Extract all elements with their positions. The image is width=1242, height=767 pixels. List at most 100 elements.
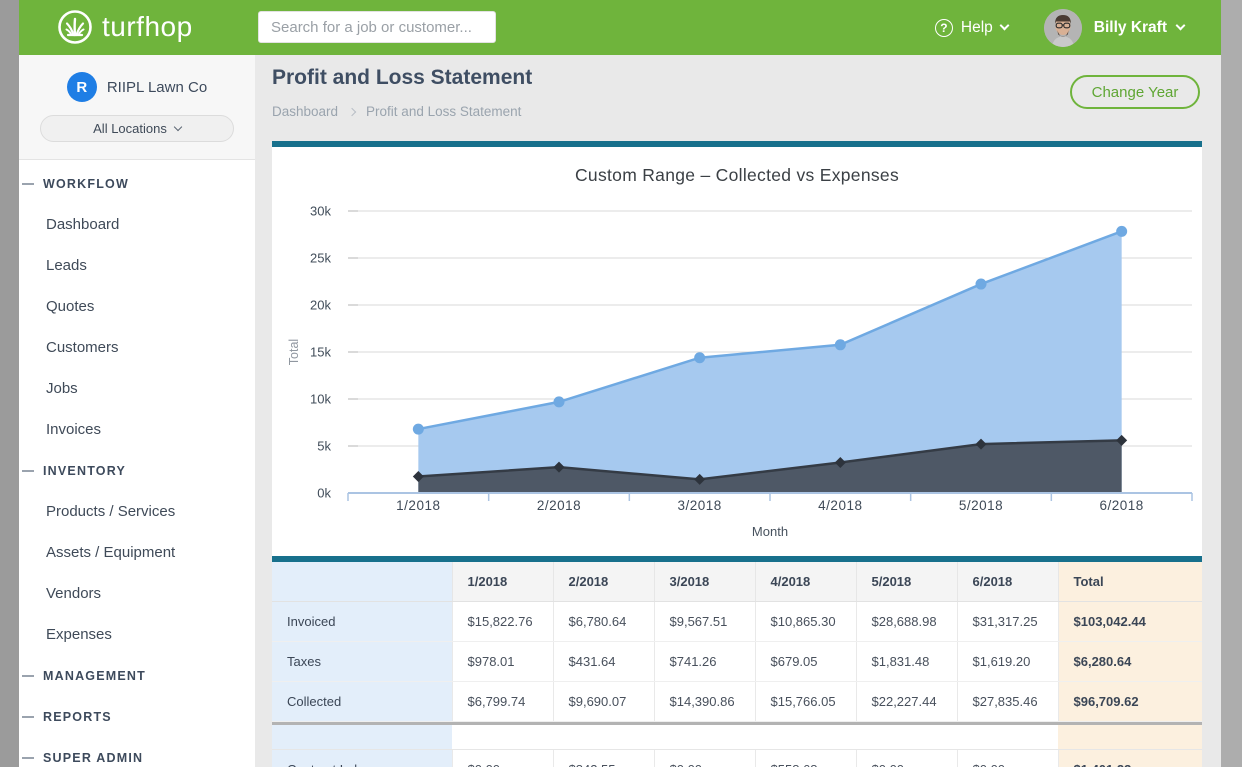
breadcrumb-separator-icon [348,107,356,115]
grass-logo-icon [57,9,93,45]
sidebar-item-vendors[interactable]: Vendors [19,573,255,614]
value-cell: $14,390.86 [654,681,755,721]
collected-vs-expenses-chart: 0k5k10k15k20k25k30k1/20182/20183/20184/2… [272,147,1202,556]
sidebar-section-label: MANAGEMENT [43,669,146,683]
top-navbar: turfhop ? Help Billy Kraft [19,0,1221,55]
table-header-cell: Total [1058,562,1202,601]
sidebar-company-block: R RIIPL Lawn Co All Locations [19,55,255,160]
breadcrumb-current: Profit and Loss Statement [366,104,521,119]
table-row: Collected$6,799.74$9,690.07$14,390.86$15… [272,681,1202,721]
value-cell: $9,567.51 [654,601,755,641]
value-cell: $431.64 [553,641,654,681]
total-cell: $6,280.64 [1058,641,1202,681]
table-row: Invoiced$15,822.76$6,780.64$9,567.51$10,… [272,601,1202,641]
collected-point[interactable] [554,396,565,407]
brand-logo[interactable]: turfhop [57,9,193,45]
sidebar-section-inventory[interactable]: INVENTORY [19,450,255,491]
row-label-header [272,562,452,601]
value-cell: $741.26 [654,641,755,681]
chart-title: Custom Range – Collected vs Expenses [272,165,1202,186]
y-tick-label: 0k [317,486,331,501]
locations-filter-dropdown[interactable]: All Locations [40,115,234,142]
spacer-cell [272,725,452,749]
sidebar-item-expenses[interactable]: Expenses [19,614,255,655]
collected-point[interactable] [413,424,424,435]
help-menu[interactable]: ? Help [935,19,1008,37]
dashed-line-icon [22,470,34,472]
sidebar-item-products-services[interactable]: Products / Services [19,491,255,532]
x-tick-label: 5/2018 [959,498,1003,513]
dashed-line-icon [22,675,34,677]
collected-point[interactable] [694,352,705,363]
sidebar-section-super-admin[interactable]: SUPER ADMIN [19,737,255,767]
row-label-cell: Collected [272,681,452,721]
value-cell: $22,227.44 [856,681,957,721]
collected-point[interactable] [1116,226,1127,237]
collected-point[interactable] [835,339,846,350]
company-avatar: R [67,72,97,102]
value-cell: $842.55 [553,749,654,767]
value-cell: $6,799.74 [452,681,553,721]
spacer-row [272,725,1202,749]
breadcrumb: Dashboard Profit and Loss Statement [272,104,521,119]
table-header-cell: 3/2018 [654,562,755,601]
x-tick-label: 1/2018 [396,498,440,513]
table-header-cell: 5/2018 [856,562,957,601]
x-tick-label: 2/2018 [537,498,581,513]
value-cell: $558.68 [755,749,856,767]
x-tick-label: 6/2018 [1100,498,1144,513]
user-avatar[interactable] [1044,9,1082,47]
global-search-input[interactable] [258,11,496,43]
sidebar: R RIIPL Lawn Co All Locations WORKFLOW Da… [19,55,255,767]
sidebar-section-label: REPORTS [43,710,112,724]
table-row: Taxes$978.01$431.64$741.26$679.05$1,831.… [272,641,1202,681]
sidebar-section-workflow[interactable]: WORKFLOW [19,163,255,204]
spacer-cell [1058,725,1202,749]
collected-point[interactable] [976,279,987,290]
value-cell: $31,317.25 [957,601,1058,641]
row-label-cell: Contract Labor [272,749,452,767]
x-tick-label: 4/2018 [818,498,862,513]
company-name: RIIPL Lawn Co [107,79,207,96]
sidebar-item-customers[interactable]: Customers [19,327,255,368]
table-header-cell: 4/2018 [755,562,856,601]
pl-table: 1/20182/20183/20184/20185/20186/2018Tota… [272,562,1202,767]
table-row: Contract Labor$0.00$842.55$0.00$558.68$0… [272,749,1202,767]
value-cell: $679.05 [755,641,856,681]
breadcrumb-dashboard[interactable]: Dashboard [272,104,338,119]
sidebar-section-label: WORKFLOW [43,177,129,191]
sidebar-item-dashboard[interactable]: Dashboard [19,204,255,245]
user-menu-chevron-icon[interactable] [1176,21,1186,31]
sidebar-item-leads[interactable]: Leads [19,245,255,286]
value-cell: $0.00 [957,749,1058,767]
user-name[interactable]: Billy Kraft [1094,19,1167,37]
value-cell: $0.00 [452,749,553,767]
y-tick-label: 10k [310,392,331,407]
sidebar-item-jobs[interactable]: Jobs [19,368,255,409]
table-header-cell: 6/2018 [957,562,1058,601]
value-cell: $978.01 [452,641,553,681]
row-label-cell: Invoiced [272,601,452,641]
value-cell: $10,865.30 [755,601,856,641]
sidebar-item-quotes[interactable]: Quotes [19,286,255,327]
sidebar-section-reports[interactable]: REPORTS [19,696,255,737]
sidebar-section-management[interactable]: MANAGEMENT [19,655,255,696]
company-switcher[interactable]: R RIIPL Lawn Co [19,72,255,102]
x-axis-title: Month [752,524,788,539]
table-header-cell: 2/2018 [553,562,654,601]
navbar-right-cluster: ? Help Billy Kraft [935,0,1221,55]
value-cell: $0.00 [856,749,957,767]
total-cell: $96,709.62 [1058,681,1202,721]
y-tick-label: 15k [310,345,331,360]
y-tick-label: 20k [310,298,331,313]
sidebar-item-invoices[interactable]: Invoices [19,409,255,450]
change-year-button[interactable]: Change Year [1070,75,1200,109]
avatar-photo [1044,9,1082,47]
value-cell: $6,780.64 [553,601,654,641]
y-tick-label: 5k [317,439,331,454]
y-axis-title: Total [287,339,301,365]
sidebar-item-assets-equipment[interactable]: Assets / Equipment [19,532,255,573]
help-icon: ? [935,19,953,37]
chart-card: 0k5k10k15k20k25k30k1/20182/20183/20184/2… [272,141,1202,556]
brand-name: turfhop [102,9,193,45]
